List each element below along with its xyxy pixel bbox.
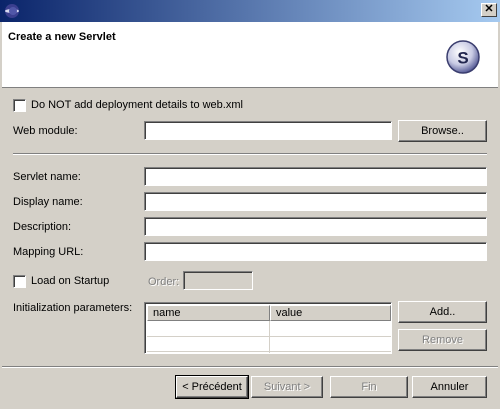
wizard-icon-letter: S	[457, 49, 468, 68]
title-bar: ✕	[0, 0, 500, 22]
init-params-label: Initialization parameters:	[13, 302, 133, 314]
web-module-field[interactable]	[144, 121, 392, 140]
order-field[interactable]	[183, 271, 253, 290]
close-button[interactable]: ✕	[481, 3, 497, 17]
servlet-wizard-icon: S	[446, 40, 480, 74]
display-name-label: Display name:	[13, 196, 83, 208]
footer-separator	[2, 366, 498, 368]
finish-button[interactable]: Fin	[330, 376, 408, 398]
servlet-name-field[interactable]	[144, 167, 487, 186]
deployment-checkbox[interactable]	[13, 99, 26, 112]
cancel-button[interactable]: Annuler	[412, 376, 487, 398]
deployment-checkbox-label: Do NOT add deployment details to web.xml	[31, 99, 243, 111]
next-button[interactable]: Suivant >	[251, 376, 323, 398]
close-icon: ✕	[484, 3, 494, 15]
remove-button[interactable]: Remove	[398, 329, 487, 351]
init-params-table[interactable]: name value	[144, 302, 392, 354]
display-name-field[interactable]	[144, 192, 487, 211]
mapping-url-label: Mapping URL:	[13, 246, 84, 258]
table-grid-line	[269, 321, 270, 353]
servlet-name-label: Servlet name:	[13, 171, 81, 183]
description-field[interactable]	[144, 217, 487, 236]
column-header-name[interactable]: name	[147, 305, 270, 321]
browse-button[interactable]: Browse..	[398, 120, 487, 142]
column-header-value[interactable]: value	[270, 305, 391, 321]
separator	[13, 153, 487, 155]
load-on-startup-label: Load on Startup	[31, 275, 110, 287]
back-button[interactable]: < Précédent	[175, 375, 249, 399]
eclipse-icon	[5, 4, 19, 18]
wizard-header: Create a new Servlet S	[2, 22, 498, 88]
order-label: Order:	[148, 276, 180, 288]
web-module-label: Web module:	[13, 125, 78, 137]
mapping-url-field[interactable]	[144, 242, 487, 261]
add-button[interactable]: Add..	[398, 301, 487, 323]
page-title: Create a new Servlet	[8, 31, 116, 43]
description-label: Description:	[13, 221, 72, 233]
load-on-startup-checkbox[interactable]	[13, 275, 26, 288]
